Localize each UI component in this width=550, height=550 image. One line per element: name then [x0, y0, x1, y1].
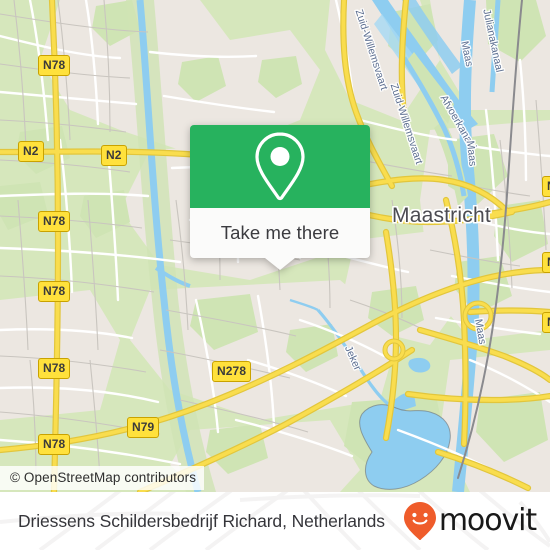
moovit-wordmark: moovit	[438, 503, 537, 538]
road-shield: N2	[101, 145, 127, 166]
take-me-there-label: Take me there	[220, 222, 340, 243]
map-canvas[interactable]: Maastricht Zuid-Willemsvaart Zuid-Willem…	[0, 0, 550, 492]
place-title: Driessens Schildersbedrijf Richard, Neth…	[18, 510, 385, 531]
road-shield: N78	[38, 358, 71, 379]
road-shield: N78	[38, 55, 71, 76]
road-shield: N	[542, 312, 550, 333]
road-shield: N2	[18, 141, 44, 162]
road-shield: N	[542, 252, 550, 273]
road-shield: N78	[38, 434, 71, 455]
osm-attribution[interactable]: © OpenStreetMap contributors	[0, 466, 205, 490]
footer-bar: Driessens Schildersbedrijf Richard, Neth…	[0, 492, 550, 550]
moovit-logo[interactable]: moovit	[403, 501, 537, 541]
road-shield: N78	[38, 211, 71, 232]
road-shield: N79	[127, 417, 160, 438]
popup-icon-panel	[190, 125, 370, 208]
map-share-card: Maastricht Zuid-Willemsvaart Zuid-Willem…	[0, 0, 550, 550]
popup-pointer	[265, 258, 295, 270]
road-shield: N278	[212, 361, 252, 382]
road-shield: N78	[38, 281, 71, 302]
take-me-there-popup[interactable]: Take me there	[190, 125, 370, 270]
moovit-smiley-pin-icon	[403, 502, 436, 541]
road-shield: N	[542, 176, 550, 197]
popup-action-panel[interactable]: Take me there	[190, 208, 370, 270]
location-pin-icon	[255, 131, 305, 200]
